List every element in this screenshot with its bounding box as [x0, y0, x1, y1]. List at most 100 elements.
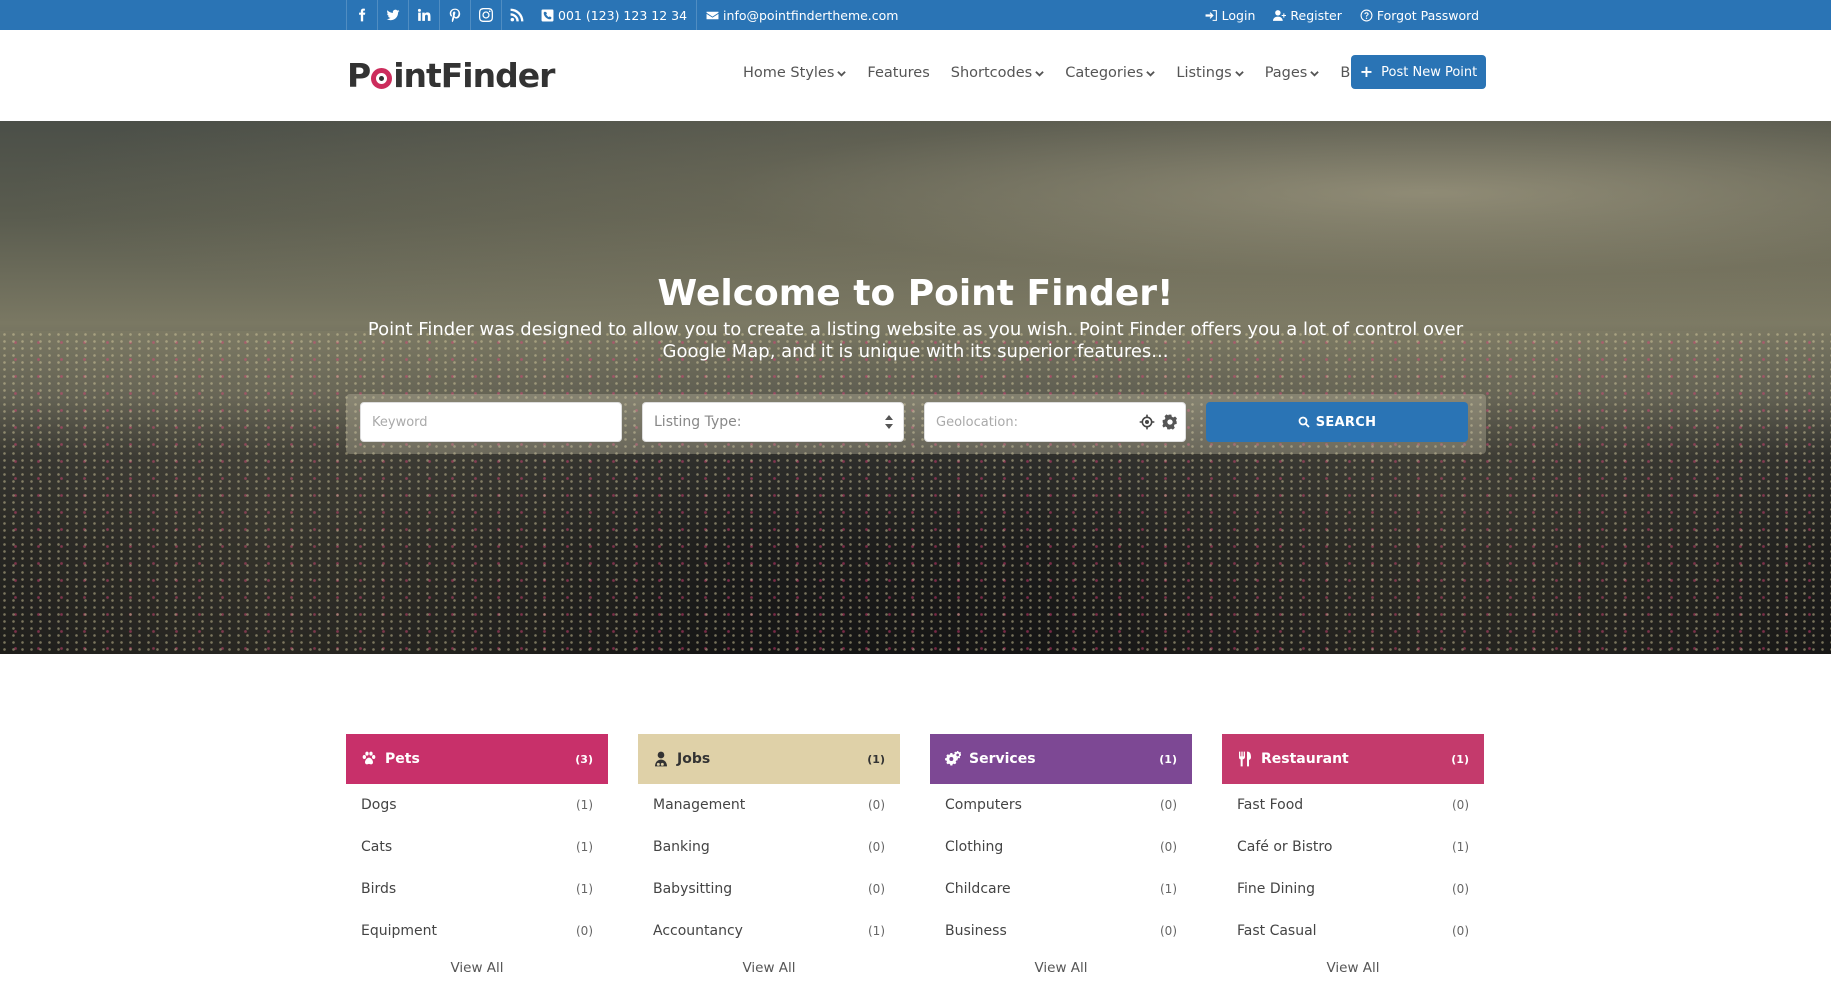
chevron-down-icon: [1234, 70, 1244, 77]
chevron-down-icon: [1035, 70, 1044, 77]
subcategory-label: Banking: [653, 839, 710, 855]
facebook-icon[interactable]: [346, 0, 377, 30]
nav-item-pages[interactable]: Pages: [1265, 65, 1320, 81]
subcategory-count: (0): [576, 924, 593, 938]
nav-item-features[interactable]: Features: [867, 65, 929, 81]
site-logo[interactable]: PintFinder: [347, 56, 555, 95]
category-header-restaurant[interactable]: Restaurant (1): [1222, 734, 1484, 784]
forgot-password-link[interactable]: Forgot Password: [1360, 8, 1479, 23]
category-card-pets: Pets (3) Dogs (1) Cats (1) Birds (1) Equipment (0…: [346, 734, 608, 1006]
listing-type-value: Listing Type:: [654, 414, 742, 430]
top-bar: 001 (123) 123 12 34 info@pointfinderthem…: [0, 0, 1831, 30]
register-link[interactable]: Register: [1273, 7, 1342, 23]
nav-item-label: Pages: [1264, 65, 1308, 81]
gear-icon[interactable]: [1162, 414, 1178, 430]
subcategory-link[interactable]: Birds (1): [346, 868, 608, 910]
category-header-jobs[interactable]: Jobs (1): [638, 734, 900, 784]
subcategory-link[interactable]: Fine Dining (0): [1222, 868, 1484, 910]
subcategory-link[interactable]: Fast Food (0): [1222, 784, 1484, 826]
category-title: Restaurant: [1261, 751, 1349, 767]
hero-banner: Welcome to Point Finder! Point Finder wa…: [0, 121, 1831, 654]
view-all-link[interactable]: View All: [1222, 960, 1484, 976]
subcategory-count: (1): [1160, 882, 1177, 896]
twitter-icon[interactable]: [377, 0, 408, 30]
cutlery-icon: [1239, 751, 1251, 767]
geolocation-input[interactable]: Geolocation:: [924, 402, 1186, 442]
phone-number: 001 (123) 123 12 34: [558, 7, 688, 23]
crosshairs-icon[interactable]: [1139, 414, 1155, 430]
category-title: Jobs: [677, 751, 711, 767]
chevron-down-icon: [1310, 70, 1320, 77]
hero-subtitle: Point Finder was designed to allow you t…: [367, 319, 1464, 362]
listing-type-select[interactable]: Listing Type:: [642, 402, 904, 442]
pinterest-icon[interactable]: [439, 0, 470, 30]
subcategory-link[interactable]: Cats (1): [346, 826, 608, 868]
account-links: Login Register Forgot Password: [1187, 0, 1479, 30]
subcategory-label: Computers: [945, 797, 1022, 813]
nav-item-listings[interactable]: Listings: [1176, 65, 1244, 81]
subcategory-label: Accountancy: [653, 923, 743, 939]
nav-item-home-styles[interactable]: Home Styles: [743, 65, 847, 81]
subcategory-link[interactable]: Dogs (1): [346, 784, 608, 826]
view-all-link[interactable]: View All: [346, 960, 608, 976]
linkedin-icon[interactable]: [408, 0, 439, 30]
post-new-point-button[interactable]: + Post New Point: [1351, 55, 1486, 89]
site-header: PintFinder Home Styles Features Shortcodes…: [0, 30, 1831, 121]
location-pin-icon: [371, 68, 393, 89]
subcategory-count: (0): [868, 798, 885, 812]
subcategory-link[interactable]: Childcare (1): [930, 868, 1192, 910]
view-all-link[interactable]: View All: [930, 960, 1192, 976]
category-grid: Pets (3) Dogs (1) Cats (1) Birds (1) Equipment (0…: [346, 734, 1486, 1006]
subcategory-label: Business: [945, 923, 1007, 939]
view-all-link[interactable]: View All: [638, 960, 900, 976]
user-group-icon: [655, 751, 667, 767]
category-header-pets[interactable]: Pets (3): [346, 734, 608, 784]
nav-item-label: Home Styles: [743, 65, 835, 81]
subcategory-count: (0): [1452, 798, 1469, 812]
top-bar-left: 001 (123) 123 12 34 info@pointfinderthem…: [346, 0, 907, 30]
search-button[interactable]: SEARCH: [1206, 402, 1468, 442]
nav-item-shortcodes[interactable]: Shortcodes: [951, 65, 1044, 81]
nav-item-categories[interactable]: Categories: [1065, 65, 1156, 81]
forgot-password-label: Forgot Password: [1376, 7, 1479, 23]
subcategory-link[interactable]: Computers (0): [930, 784, 1192, 826]
login-label: Login: [1221, 7, 1256, 23]
logo-letter-p: P: [347, 56, 371, 95]
category-count: (3): [575, 752, 593, 766]
subcategory-label: Fast Food: [1237, 797, 1304, 813]
subcategory-count: (1): [868, 924, 885, 938]
envelope-icon: [706, 11, 719, 19]
phone-icon: [541, 9, 554, 21]
subcategory-label: Fine Dining: [1237, 881, 1316, 897]
category-card-jobs: Jobs (1) Management (0) Banking (0) Babysittin…: [638, 734, 900, 1006]
keyword-input[interactable]: Keyword: [360, 402, 622, 442]
subcategory-link[interactable]: Babysitting (0): [638, 868, 900, 910]
subcategory-link[interactable]: Fast Casual (0): [1222, 910, 1484, 952]
subcategory-count: (0): [868, 882, 885, 896]
register-label: Register: [1290, 7, 1342, 23]
subcategory-count: (0): [1160, 798, 1177, 812]
email-contact[interactable]: info@pointfindertheme.com: [697, 0, 907, 30]
keyword-placeholder: Keyword: [372, 414, 428, 430]
subcategory-link[interactable]: Business (0): [930, 910, 1192, 952]
subcategory-label: Café or Bistro: [1237, 839, 1333, 855]
login-link[interactable]: Login: [1205, 7, 1256, 23]
subcategory-link[interactable]: Accountancy (1): [638, 910, 900, 952]
subcategory-link[interactable]: Equipment (0): [346, 910, 608, 952]
main-nav: Home Styles Features Shortcodes Categories L…: [743, 65, 1405, 81]
rss-icon[interactable]: [501, 0, 532, 30]
subcategory-link[interactable]: Café or Bistro (1): [1222, 826, 1484, 868]
phone-contact[interactable]: 001 (123) 123 12 34: [532, 0, 698, 30]
category-header-services[interactable]: Services (1): [930, 734, 1192, 784]
subcategory-link[interactable]: Clothing (0): [930, 826, 1192, 868]
subcategory-label: Birds: [361, 881, 397, 897]
instagram-icon[interactable]: [470, 0, 501, 30]
search-form: Keyword Listing Type: Geolocation: SEARC…: [346, 394, 1486, 454]
nav-item-label: Listings: [1176, 65, 1232, 81]
subcategory-count: (0): [1160, 924, 1177, 938]
plus-icon: +: [1359, 62, 1374, 81]
subcategory-link[interactable]: Banking (0): [638, 826, 900, 868]
subcategory-link[interactable]: Management (0): [638, 784, 900, 826]
subcategory-count: (1): [576, 882, 593, 896]
post-new-point-label: Post New Point: [1381, 64, 1478, 80]
